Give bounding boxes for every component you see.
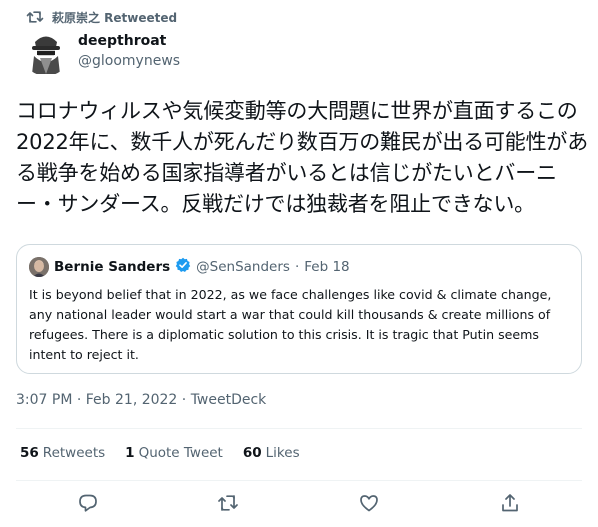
tweet-action-bar [0,490,598,520]
quotes-stat[interactable]: 1 Quote Tweet [125,445,223,461]
like-icon [359,493,379,517]
tweet-author: deepthroat @gloomynews [22,28,180,76]
quoted-author-handle: @SenSanders [196,259,290,275]
quoted-separator: · [294,259,300,275]
retweets-stat[interactable]: 56 Retweets [20,445,105,461]
verified-badge-icon [175,257,191,277]
retweets-label: Retweets [42,445,106,461]
quotes-label: Quote Tweet [138,445,223,461]
retweeted-by-label: 萩原崇之 Retweeted [52,10,178,25]
retweet-icon [26,10,44,24]
likes-stat[interactable]: 60 Likes [243,445,300,461]
quoted-tweet-body: It is beyond belief that in 2022, as we … [29,287,552,362]
likes-count: 60 [242,445,262,461]
retweet-button[interactable] [213,490,243,520]
share-button[interactable] [495,490,525,520]
quoted-tweet-header: Bernie Sanders @SenSanders · Feb 18 [29,257,350,277]
quoted-tweet-card[interactable]: Bernie Sanders @SenSanders · Feb 18 It i… [16,244,582,374]
divider [16,428,582,429]
retweet-context[interactable]: 萩原崇之 Retweeted [26,8,177,26]
like-button[interactable] [354,490,384,520]
author-handle[interactable]: @gloomynews [78,52,180,70]
likes-label: Likes [265,445,300,461]
divider [16,480,582,481]
spy-avatar-icon[interactable] [22,28,70,76]
tweet-body: コロナウィルスや気候変動等の大問題に世界が直面するこの2022年に、数千人が死ん… [16,99,589,216]
quoted-author-avatar[interactable] [29,257,49,277]
quotes-count: 1 [125,445,135,461]
retweets-count: 56 [20,445,39,461]
retweet-icon [217,493,239,517]
quoted-author-name: Bernie Sanders [54,259,171,275]
quoted-tweet-date[interactable]: Feb 18 [304,259,349,275]
share-icon [500,493,520,517]
tweet-timestamp[interactable]: 3:07 PM · Feb 21, 2022 · TweetDeck [16,392,266,408]
author-display-name[interactable]: deepthroat [78,32,180,50]
tweet-stats: 56 Retweets 1 Quote Tweet 60 Likes [20,445,300,461]
reply-icon [78,493,98,517]
reply-button[interactable] [73,490,103,520]
